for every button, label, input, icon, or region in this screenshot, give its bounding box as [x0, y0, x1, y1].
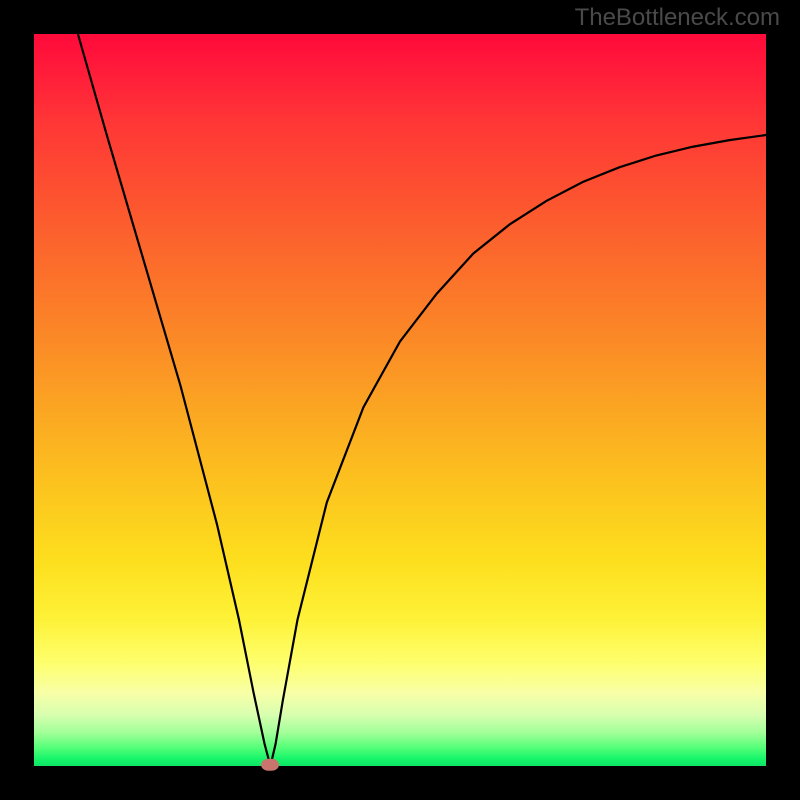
minimum-marker: [261, 759, 279, 771]
curve-layer: [34, 34, 766, 766]
bottleneck-curve: [78, 34, 766, 766]
watermark-label: TheBottleneck.com: [575, 4, 780, 32]
chart-frame: TheBottleneck.com: [0, 0, 800, 800]
plot-area: [34, 34, 766, 766]
